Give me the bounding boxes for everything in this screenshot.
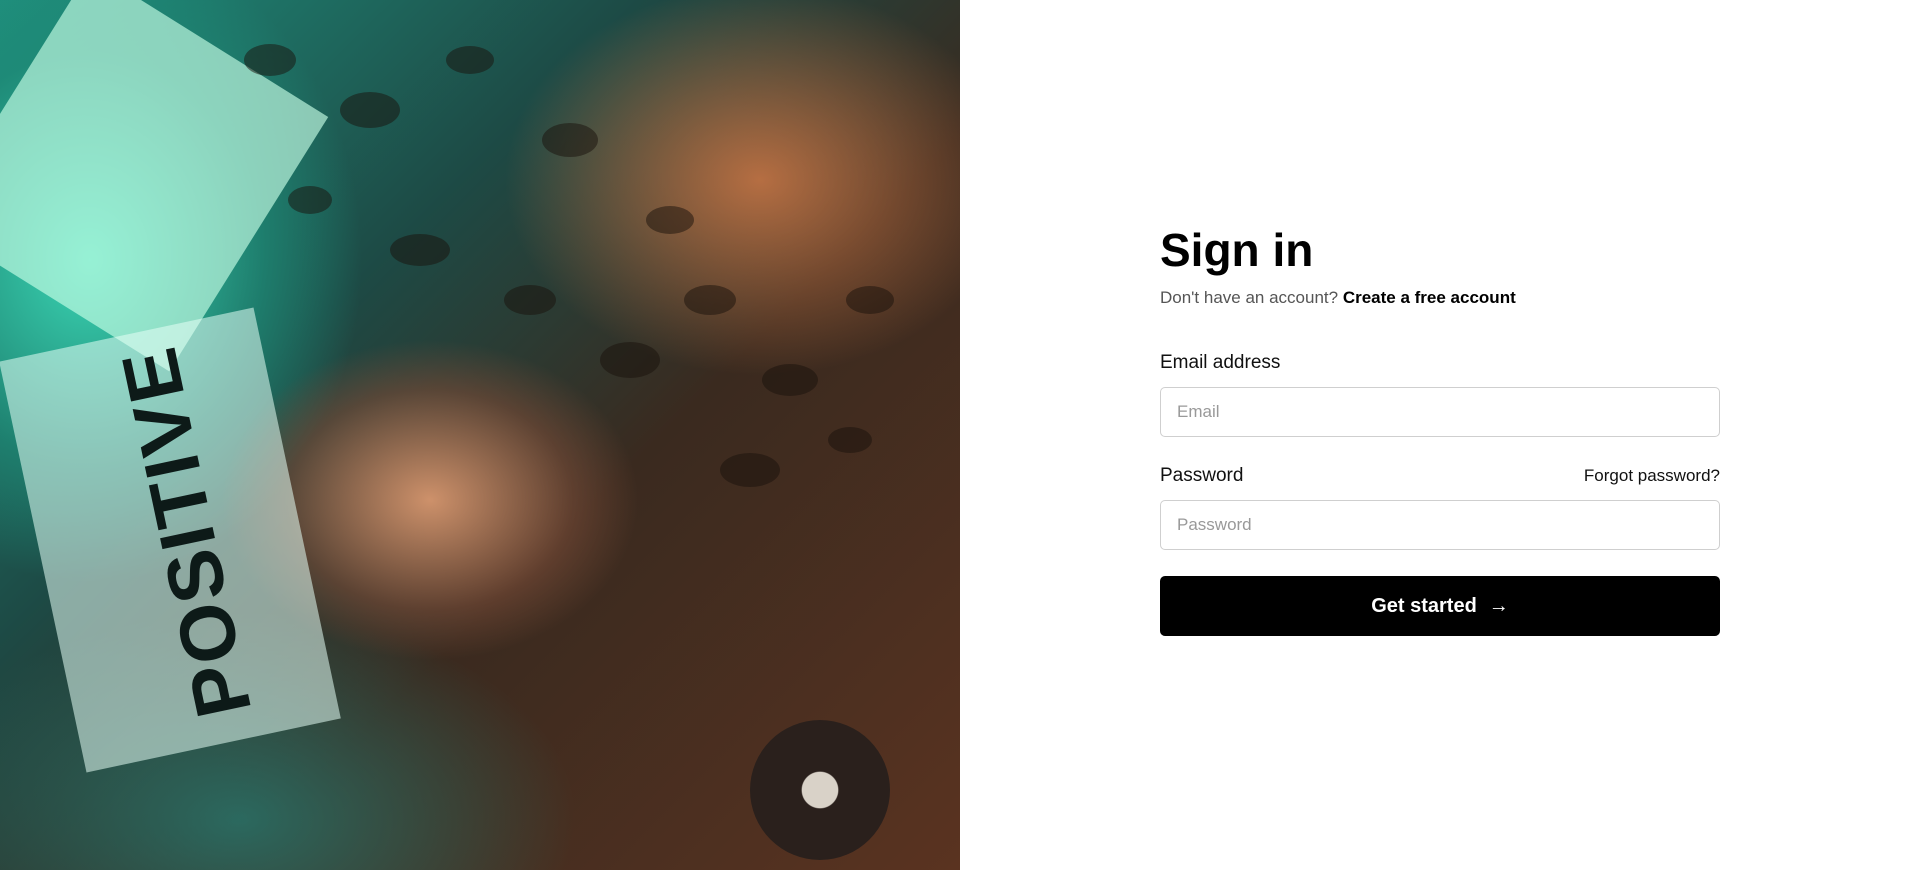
arrow-right-icon: → <box>1488 594 1509 617</box>
get-started-label: Get started <box>1371 594 1477 617</box>
signin-panel: Sign in Don't have an account? Create a … <box>1160 226 1720 636</box>
signup-prompt: Don't have an account? Create a free acc… <box>1160 288 1720 308</box>
get-started-button[interactable]: Get started → <box>1160 576 1720 636</box>
poster-word: POSITIVE <box>103 339 269 725</box>
forgot-password-link[interactable]: Forgot password? <box>1584 466 1720 486</box>
hero-image: POSITIVE <box>0 0 960 870</box>
create-account-link[interactable]: Create a free account <box>1343 288 1516 307</box>
signup-prompt-text: Don't have an account? <box>1160 288 1339 307</box>
password-field[interactable] <box>1160 500 1720 550</box>
email-label-row: Email address <box>1160 352 1720 374</box>
password-label-row: Password Forgot password? <box>1160 465 1720 487</box>
email-label: Email address <box>1160 352 1281 373</box>
email-field[interactable] <box>1160 387 1720 437</box>
vinyl-record <box>750 720 890 860</box>
password-label: Password <box>1160 465 1244 486</box>
page-title: Sign in <box>1160 224 1314 276</box>
